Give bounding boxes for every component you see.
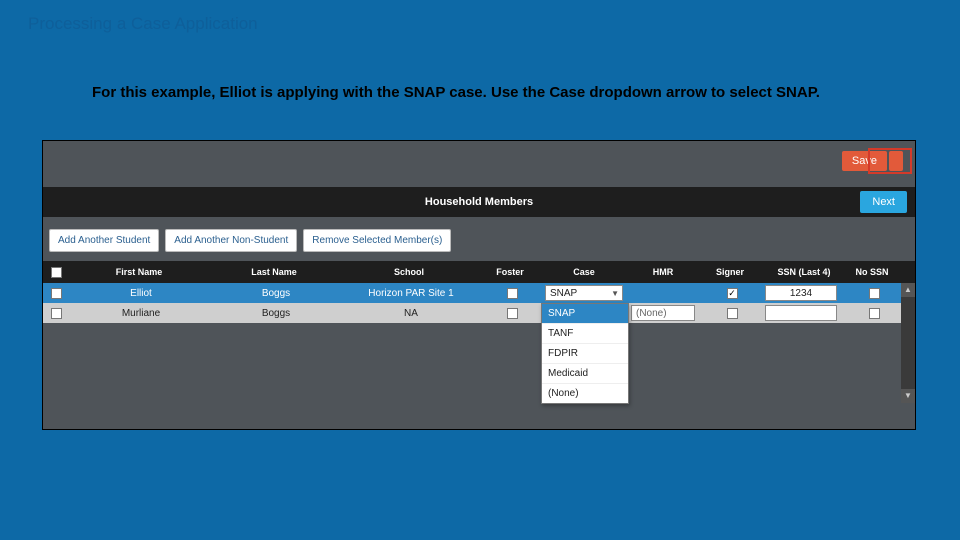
cell-school: NA <box>339 308 479 319</box>
case-option[interactable]: FDPIR <box>542 344 628 364</box>
remove-selected-button[interactable]: Remove Selected Member(s) <box>303 229 451 252</box>
nossn-checkbox[interactable] <box>869 288 880 299</box>
col-last: Last Name <box>209 267 339 277</box>
scroll-down-icon[interactable]: ▼ <box>901 389 915 403</box>
cell-last: Boggs <box>209 308 339 319</box>
table-row[interactable]: Murliane Boggs NA (None) <box>43 303 901 323</box>
scroll-up-icon[interactable]: ▲ <box>901 283 915 297</box>
section-title: Household Members <box>425 196 533 208</box>
col-first: First Name <box>69 267 209 277</box>
foster-checkbox[interactable] <box>507 308 518 319</box>
add-non-student-button[interactable]: Add Another Non-Student <box>165 229 297 252</box>
ssn-input[interactable]: 1234 <box>765 285 837 301</box>
slide-title: Processing a Case Application <box>0 0 960 34</box>
col-hmr: HMR <box>627 267 699 277</box>
hmr-dropdown[interactable]: (None) <box>631 305 695 321</box>
row-checkbox[interactable] <box>51 308 62 319</box>
save-dropdown-toggle[interactable] <box>889 151 903 171</box>
case-option[interactable]: TANF <box>542 324 628 344</box>
signer-checkbox[interactable] <box>727 288 738 299</box>
slide-instruction: For this example, Elliot is applying wit… <box>0 34 960 109</box>
col-ssn: SSN (Last 4) <box>761 267 847 277</box>
col-foster: Foster <box>479 267 541 277</box>
col-signer: Signer <box>699 267 761 277</box>
ssn-input[interactable] <box>765 305 837 321</box>
case-option[interactable]: Medicaid <box>542 364 628 384</box>
app-frame: Save Household Members Next Add Another … <box>42 140 916 430</box>
select-all-checkbox[interactable] <box>51 267 62 278</box>
chevron-down-icon: ▼ <box>611 289 622 298</box>
save-button[interactable]: Save <box>842 151 887 171</box>
case-dropdown-list[interactable]: SNAP TANF FDPIR Medicaid (None) <box>541 303 629 404</box>
cell-first: Murliane <box>69 308 209 319</box>
scrollbar[interactable]: ▲ ▼ <box>901 283 915 403</box>
case-option[interactable]: (None) <box>542 384 628 403</box>
grid-header: First Name Last Name School Foster Case … <box>43 261 915 283</box>
foster-checkbox[interactable] <box>507 288 518 299</box>
cell-first: Elliot <box>69 288 209 299</box>
row-checkbox[interactable] <box>51 288 62 299</box>
next-button[interactable]: Next <box>860 191 907 213</box>
table-row[interactable]: Elliot Boggs Horizon PAR Site 1 SNAP ▼ 1… <box>43 283 901 303</box>
col-nossn: No SSN <box>847 267 897 277</box>
col-school: School <box>339 267 479 277</box>
case-selected-value: SNAP <box>550 288 577 299</box>
col-case: Case <box>541 267 627 277</box>
cell-last: Boggs <box>209 288 339 299</box>
case-dropdown[interactable]: SNAP ▼ <box>545 285 623 301</box>
case-option[interactable]: SNAP <box>542 304 628 324</box>
section-header: Household Members Next <box>43 187 915 217</box>
signer-checkbox[interactable] <box>727 308 738 319</box>
cell-school: Horizon PAR Site 1 <box>339 288 479 299</box>
add-student-button[interactable]: Add Another Student <box>49 229 159 252</box>
nossn-checkbox[interactable] <box>869 308 880 319</box>
